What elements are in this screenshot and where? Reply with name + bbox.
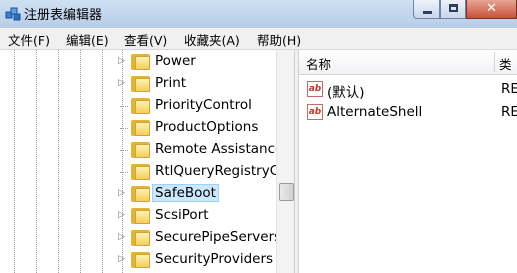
value-name: (默认) — [327, 85, 365, 101]
folder-icon — [131, 76, 150, 92]
tree-connector — [120, 128, 128, 129]
menu-favorites[interactable]: 收藏夹(A) — [184, 30, 240, 49]
string-value-icon: ab — [307, 104, 323, 120]
tree-item[interactable]: ▷ Print — [118, 73, 294, 95]
menu-bar: 文件(F) 编辑(E) 查看(V) 收藏夹(A) 帮助(H) — [0, 28, 517, 50]
close-icon: ✕ — [486, 1, 497, 16]
tree-connector — [120, 172, 128, 173]
folder-icon — [131, 98, 150, 114]
column-header-name[interactable]: 名称 — [306, 54, 331, 73]
tree-item[interactable]: ▷ SecurityProviders — [118, 249, 294, 271]
menu-file[interactable]: 文件(F) — [8, 30, 50, 49]
tree-item[interactable]: ▷ ScsiPort — [118, 205, 294, 227]
tree-item[interactable]: ▷ SecurePipeServers — [118, 227, 294, 249]
close-button[interactable]: ✕ — [466, 0, 517, 19]
window-title: 注册表编辑器 — [24, 8, 103, 23]
menu-help[interactable]: 帮助(H) — [257, 30, 301, 49]
expand-arrow-icon[interactable]: ▷ — [118, 78, 125, 88]
menu-view[interactable]: 查看(V) — [124, 30, 167, 49]
tree-item-label: SecurePipeServers — [155, 229, 282, 245]
value-type: RE — [501, 81, 517, 97]
expand-arrow-icon[interactable]: ▷ — [118, 188, 125, 198]
expand-arrow-icon[interactable]: ▷ — [118, 56, 125, 66]
folder-icon — [131, 208, 150, 224]
list-item[interactable]: ab AlternateShell RE — [299, 101, 517, 123]
menu-edit[interactable]: 编辑(E) — [66, 30, 109, 49]
column-header-type[interactable]: 类 — [499, 54, 512, 73]
folder-icon — [131, 252, 150, 268]
column-divider[interactable] — [494, 52, 495, 72]
folder-icon — [131, 142, 150, 158]
value-type: RE — [501, 104, 517, 120]
tree-guide-line — [80, 50, 81, 273]
tree-item-label: PriorityControl — [155, 97, 252, 113]
minimize-button[interactable] — [413, 0, 440, 19]
tree-item-label: SafeBoot — [152, 184, 219, 202]
tree-connector — [120, 106, 128, 107]
tree-item-label: Remote Assistance — [155, 141, 284, 157]
tree-item-label: SecurityProviders — [155, 251, 274, 267]
folder-icon — [131, 120, 150, 136]
regedit-app-icon — [5, 7, 21, 21]
tree-item-label: Print — [155, 75, 187, 91]
registry-tree[interactable]: ▷ Power ▷ Print PriorityControl ProductOption… — [0, 50, 294, 273]
tree-guide-line — [14, 50, 15, 273]
tree-guide-line — [58, 50, 59, 273]
tree-guide-line — [36, 50, 37, 273]
tree-item[interactable]: ▷ SafeBoot — [118, 183, 294, 205]
tree-guide-line — [102, 50, 103, 273]
value-name: AlternateShell — [327, 104, 423, 120]
folder-icon — [131, 230, 150, 246]
tree-item[interactable]: RtlQueryRegistryCo — [118, 161, 294, 183]
tree-item[interactable]: ProductOptions — [118, 117, 294, 139]
folder-icon — [131, 186, 150, 202]
maximize-icon — [449, 4, 458, 12]
values-list[interactable]: 名称 类 ab (默认) RE ab AlternateShell RE — [299, 50, 517, 273]
expand-arrow-icon[interactable]: ▷ — [118, 210, 125, 220]
minimize-icon — [423, 11, 432, 14]
list-item[interactable]: ab (默认) RE — [299, 78, 517, 101]
expand-arrow-icon[interactable]: ▷ — [118, 232, 125, 242]
tree-item-label: Power — [155, 53, 196, 69]
tree-item-label: ProductOptions — [155, 119, 259, 135]
tree-item-label: ScsiPort — [155, 207, 209, 223]
folder-icon — [131, 54, 150, 70]
title-bar: 注册表编辑器 ✕ — [0, 0, 517, 29]
tree-item-label: RtlQueryRegistryCo — [155, 163, 288, 179]
expand-arrow-icon[interactable]: ▷ — [118, 254, 125, 264]
scrollbar-thumb[interactable] — [279, 183, 294, 201]
list-header: 名称 类 — [299, 50, 517, 75]
tree-scrollbar[interactable] — [276, 50, 295, 273]
tree-item[interactable]: PriorityControl — [118, 95, 294, 117]
folder-icon — [131, 164, 150, 180]
tree-item[interactable]: ▷ Power — [118, 51, 294, 73]
string-value-icon: ab — [307, 81, 323, 97]
maximize-button[interactable] — [440, 0, 466, 19]
tree-connector — [120, 150, 128, 151]
tree-item[interactable]: Remote Assistance — [118, 139, 294, 161]
